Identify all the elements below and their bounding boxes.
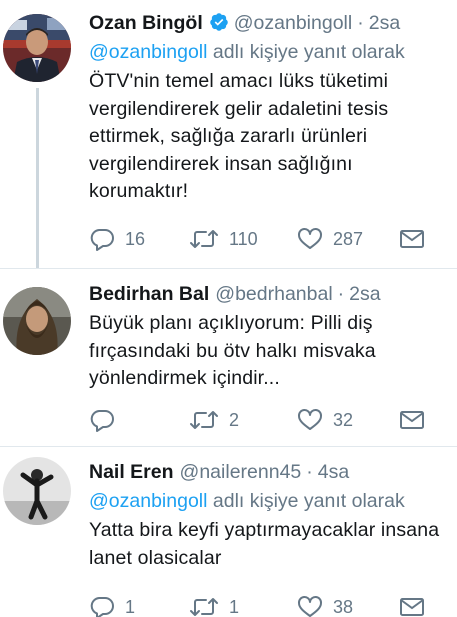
retweet-icon (189, 408, 219, 432)
author-name[interactable]: Nail Eren (89, 459, 174, 485)
direct-message-button[interactable] (399, 224, 425, 254)
retweet-count: 110 (229, 228, 258, 249)
like-count: 32 (333, 409, 354, 430)
like-button[interactable]: 32 (297, 405, 353, 435)
tweet-text-line: ettirmek, sağlığa zararlı ürünleri (89, 125, 368, 147)
tweet-text-line: Yatta bira keyfi yaptırmayacaklar insana (89, 519, 440, 541)
separator-dot: · (337, 283, 345, 305)
tweet-header: Ozan Bingöl @ozanbingoll · 2sa (89, 9, 457, 36)
reply-icon (89, 408, 115, 432)
reply-button[interactable]: 16 (89, 224, 145, 254)
reply-mention-link[interactable]: @ozanbingoll (89, 490, 207, 512)
like-button[interactable]: 38 (297, 592, 353, 617)
reply-context-text: adlı kişiye yanıt olarak (212, 41, 405, 63)
avatar-bedirhan-bal[interactable] (3, 287, 71, 355)
reply-count: 16 (125, 228, 146, 249)
tweet-timestamp[interactable]: 4sa (318, 459, 349, 485)
retweet-count: 2 (229, 409, 240, 430)
reply-icon (89, 227, 115, 251)
reply-icon (89, 595, 115, 617)
retweet-icon (189, 595, 219, 617)
reply-context-text: adlı kişiye yanıt olarak (212, 490, 405, 512)
reply-mention-link[interactable]: @ozanbingoll (89, 41, 207, 63)
retweet-button[interactable]: 2 (189, 405, 239, 435)
verified-badge-icon (209, 12, 229, 32)
tweet-text-line: vergilendirerek gelir adaletini tesis (89, 97, 389, 120)
envelope-icon (399, 409, 425, 431)
tweet-actions: 2 32 (89, 405, 429, 435)
tweet-text-line: Büyük planı açıklıyorum: Pilli diş (89, 312, 373, 334)
tweet-text: ÖTV'nin temel amacı lüks tüketimi vergil… (89, 68, 457, 206)
tweet-bedirhan-bal[interactable]: Bedirhan Bal @bedrhanbal · 2sa Büyük pla… (0, 269, 457, 432)
tweet-text: Yatta bira keyfi yaptırmayacaklar insana… (89, 517, 457, 572)
author-name[interactable]: Ozan Bingöl (89, 10, 203, 36)
separator-dot: · (357, 12, 364, 34)
reply-button[interactable] (89, 405, 125, 435)
tweet-text-line: korumaktır! (89, 180, 189, 202)
author-handle[interactable]: @nailerenn45 (180, 459, 302, 485)
tweet-text-line: ÖTV'nin temel amacı lüks tüketimi (89, 70, 389, 92)
direct-message-button[interactable] (399, 592, 425, 617)
tweet-text: Büyük planı açıklıyorum: Pilli diş fırça… (89, 310, 457, 393)
tweet-text-line: yönlendirmek içindir... (89, 367, 280, 389)
reply-context: @ozanbingoll adlı kişiye yanıt olarak (89, 39, 457, 65)
thread-line (36, 88, 39, 268)
reply-context: @ozanbingoll adlı kişiye yanıt olarak (89, 488, 457, 514)
retweet-count: 1 (229, 596, 240, 617)
like-count: 287 (333, 228, 364, 249)
retweet-icon (189, 227, 219, 251)
envelope-icon (399, 228, 425, 250)
tweet-text-line: lanet olasicalar (89, 546, 222, 569)
like-button[interactable]: 287 (297, 224, 363, 254)
avatar-ozan-bingol[interactable] (3, 14, 71, 82)
tweet-timestamp[interactable]: 2sa (369, 10, 400, 36)
tweet-header: Nail Eren @nailerenn45 · 4sa (89, 459, 457, 485)
retweet-button[interactable]: 1 (189, 592, 239, 617)
tweet-timestamp[interactable]: 2sa (349, 281, 380, 307)
author-name[interactable]: Bedirhan Bal (89, 281, 209, 307)
direct-message-button[interactable] (399, 405, 425, 435)
heart-icon (297, 227, 323, 251)
like-count: 38 (333, 596, 354, 617)
retweet-button[interactable]: 110 (189, 224, 258, 254)
tweet-actions: 1 1 38 (89, 592, 429, 617)
separator-dot: · (306, 461, 313, 483)
heart-icon (297, 408, 323, 432)
reply-button[interactable]: 1 (89, 592, 135, 617)
avatar-nail-eren[interactable] (3, 457, 71, 525)
author-handle[interactable]: @bedrhanbal (215, 281, 332, 307)
author-handle[interactable]: @ozanbingoll (234, 10, 352, 36)
tweet-ozan-bingol[interactable]: Ozan Bingöl @ozanbingoll · 2sa @ozanbing… (0, 0, 457, 268)
tweet-content: Nail Eren @nailerenn45 · 4sa @ozanbingol… (89, 459, 457, 572)
envelope-icon (399, 596, 425, 617)
tweet-nail-eren[interactable]: Nail Eren @nailerenn45 · 4sa @ozanbingol… (0, 447, 457, 617)
tweet-actions: 16 110 287 (89, 224, 429, 254)
tweet-text-line: fırçasındaki bu ötv halkı misvaka (89, 339, 376, 362)
heart-icon (297, 595, 323, 617)
tweet-header: Bedirhan Bal @bedrhanbal · 2sa (89, 281, 457, 307)
reply-count: 1 (125, 596, 136, 617)
tweet-content: Bedirhan Bal @bedrhanbal · 2sa Büyük pla… (89, 281, 457, 393)
tweet-content: Ozan Bingöl @ozanbingoll · 2sa @ozanbing… (89, 9, 457, 206)
tweet-text-line: vergilendirerek insan sağlığını (89, 152, 353, 175)
